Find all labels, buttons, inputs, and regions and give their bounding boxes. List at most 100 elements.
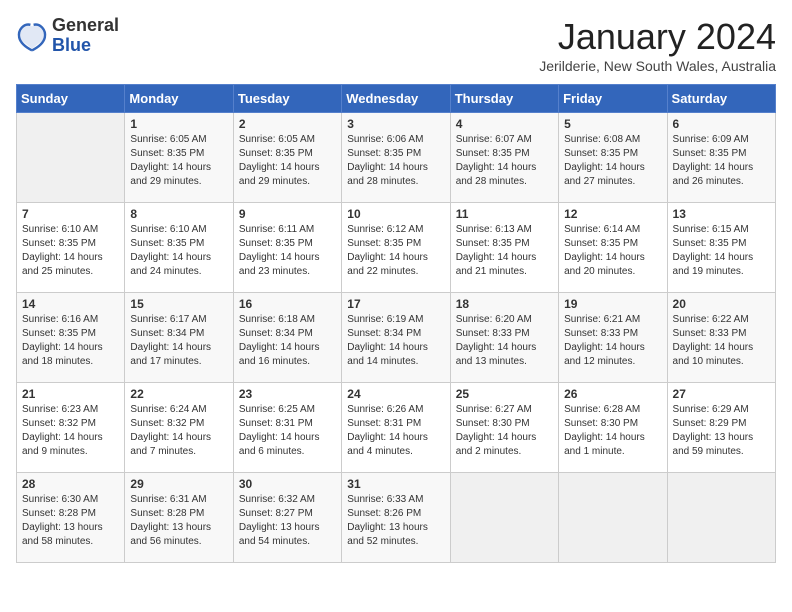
- title-area: January 2024 Jerilderie, New South Wales…: [539, 16, 776, 74]
- day-number: 3: [347, 117, 444, 131]
- calendar-cell: 9 Sunrise: 6:11 AMSunset: 8:35 PMDaylight…: [233, 203, 341, 293]
- calendar-subtitle: Jerilderie, New South Wales, Australia: [539, 58, 776, 74]
- day-info: Sunrise: 6:32 AMSunset: 8:27 PMDaylight:…: [239, 493, 336, 549]
- weekday-header-wednesday: Wednesday: [342, 85, 450, 113]
- calendar-cell: 10 Sunrise: 6:12 AMSunset: 8:35 PMDayligh…: [342, 203, 450, 293]
- day-info: Sunrise: 6:16 AMSunset: 8:35 PMDaylight:…: [22, 313, 119, 369]
- day-number: 31: [347, 477, 444, 491]
- day-number: 13: [673, 207, 770, 221]
- calendar-cell: 20 Sunrise: 6:22 AMSunset: 8:33 PMDayligh…: [667, 293, 775, 383]
- weekday-header-monday: Monday: [125, 85, 233, 113]
- calendar-cell: [17, 113, 125, 203]
- day-number: 28: [22, 477, 119, 491]
- calendar-cell: 2 Sunrise: 6:05 AMSunset: 8:35 PMDaylight…: [233, 113, 341, 203]
- day-number: 8: [130, 207, 227, 221]
- calendar-cell: 29 Sunrise: 6:31 AMSunset: 8:28 PMDayligh…: [125, 473, 233, 563]
- logo: General Blue: [16, 16, 119, 56]
- calendar-cell: [559, 473, 667, 563]
- calendar-cell: 8 Sunrise: 6:10 AMSunset: 8:35 PMDaylight…: [125, 203, 233, 293]
- calendar-cell: 28 Sunrise: 6:30 AMSunset: 8:28 PMDayligh…: [17, 473, 125, 563]
- day-info: Sunrise: 6:14 AMSunset: 8:35 PMDaylight:…: [564, 223, 661, 279]
- calendar-cell: 11Sunrise: 6:13 AMSunset: 8:35 PMDayligh…: [450, 203, 558, 293]
- day-info: Sunrise: 6:13 AMSunset: 8:35 PMDaylight:…: [456, 223, 553, 279]
- day-info: Sunrise: 6:30 AMSunset: 8:28 PMDaylight:…: [22, 493, 119, 549]
- weekday-header-sunday: Sunday: [17, 85, 125, 113]
- calendar-cell: 22Sunrise: 6:24 AMSunset: 8:32 PMDayligh…: [125, 383, 233, 473]
- calendar-week-row: 7Sunrise: 6:10 AMSunset: 8:35 PMDaylight…: [17, 203, 776, 293]
- calendar-cell: [667, 473, 775, 563]
- day-info: Sunrise: 6:23 AMSunset: 8:32 PMDaylight:…: [22, 403, 119, 459]
- day-number: 25: [456, 387, 553, 401]
- day-number: 24: [347, 387, 444, 401]
- calendar-cell: 1 Sunrise: 6:05 AMSunset: 8:35 PMDaylight…: [125, 113, 233, 203]
- calendar-cell: 13 Sunrise: 6:15 AMSunset: 8:35 PMDayligh…: [667, 203, 775, 293]
- weekday-header-tuesday: Tuesday: [233, 85, 341, 113]
- calendar-cell: 27Sunrise: 6:29 AMSunset: 8:29 PMDayligh…: [667, 383, 775, 473]
- day-number: 14: [22, 297, 119, 311]
- calendar-cell: 3 Sunrise: 6:06 AMSunset: 8:35 PMDaylight…: [342, 113, 450, 203]
- day-info: Sunrise: 6:06 AMSunset: 8:35 PMDaylight:…: [347, 133, 444, 189]
- calendar-week-row: 28 Sunrise: 6:30 AMSunset: 8:28 PMDayligh…: [17, 473, 776, 563]
- day-number: 2: [239, 117, 336, 131]
- day-info: Sunrise: 6:28 AMSunset: 8:30 PMDaylight:…: [564, 403, 661, 459]
- calendar-cell: 23Sunrise: 6:25 AMSunset: 8:31 PMDayligh…: [233, 383, 341, 473]
- calendar-cell: 16Sunrise: 6:18 AMSunset: 8:34 PMDayligh…: [233, 293, 341, 383]
- day-info: Sunrise: 6:19 AMSunset: 8:34 PMDaylight:…: [347, 313, 444, 369]
- calendar-cell: [450, 473, 558, 563]
- day-number: 1: [130, 117, 227, 131]
- weekday-header-saturday: Saturday: [667, 85, 775, 113]
- calendar-week-row: 14 Sunrise: 6:16 AMSunset: 8:35 PMDayligh…: [17, 293, 776, 383]
- day-number: 19: [564, 297, 661, 311]
- calendar-week-row: 21 Sunrise: 6:23 AMSunset: 8:32 PMDayligh…: [17, 383, 776, 473]
- day-info: Sunrise: 6:26 AMSunset: 8:31 PMDaylight:…: [347, 403, 444, 459]
- day-number: 21: [22, 387, 119, 401]
- day-number: 12: [564, 207, 661, 221]
- calendar-title: January 2024: [539, 16, 776, 58]
- calendar-cell: 30 Sunrise: 6:32 AMSunset: 8:27 PMDayligh…: [233, 473, 341, 563]
- weekday-header-thursday: Thursday: [450, 85, 558, 113]
- day-info: Sunrise: 6:31 AMSunset: 8:28 PMDaylight:…: [130, 493, 227, 549]
- day-info: Sunrise: 6:12 AMSunset: 8:35 PMDaylight:…: [347, 223, 444, 279]
- calendar-cell: 17 Sunrise: 6:19 AMSunset: 8:34 PMDayligh…: [342, 293, 450, 383]
- weekday-header-row: SundayMondayTuesdayWednesdayThursdayFrid…: [17, 85, 776, 113]
- day-number: 15: [130, 297, 227, 311]
- day-info: Sunrise: 6:05 AMSunset: 8:35 PMDaylight:…: [239, 133, 336, 189]
- day-info: Sunrise: 6:22 AMSunset: 8:33 PMDaylight:…: [673, 313, 770, 369]
- day-number: 27: [673, 387, 770, 401]
- calendar-cell: 6 Sunrise: 6:09 AMSunset: 8:35 PMDaylight…: [667, 113, 775, 203]
- calendar-cell: 15 Sunrise: 6:17 AMSunset: 8:34 PMDayligh…: [125, 293, 233, 383]
- day-info: Sunrise: 6:27 AMSunset: 8:30 PMDaylight:…: [456, 403, 553, 459]
- header: General Blue January 2024 Jerilderie, Ne…: [16, 16, 776, 74]
- day-number: 20: [673, 297, 770, 311]
- day-number: 9: [239, 207, 336, 221]
- calendar-cell: 26 Sunrise: 6:28 AMSunset: 8:30 PMDayligh…: [559, 383, 667, 473]
- day-number: 18: [456, 297, 553, 311]
- day-number: 16: [239, 297, 336, 311]
- calendar-cell: 24 Sunrise: 6:26 AMSunset: 8:31 PMDayligh…: [342, 383, 450, 473]
- logo-text: General Blue: [52, 16, 119, 56]
- calendar-table: SundayMondayTuesdayWednesdayThursdayFrid…: [16, 84, 776, 563]
- calendar-cell: 7Sunrise: 6:10 AMSunset: 8:35 PMDaylight…: [17, 203, 125, 293]
- day-info: Sunrise: 6:11 AMSunset: 8:35 PMDaylight:…: [239, 223, 336, 279]
- calendar-cell: 18Sunrise: 6:20 AMSunset: 8:33 PMDayligh…: [450, 293, 558, 383]
- day-number: 23: [239, 387, 336, 401]
- day-number: 30: [239, 477, 336, 491]
- day-info: Sunrise: 6:10 AMSunset: 8:35 PMDaylight:…: [130, 223, 227, 279]
- day-info: Sunrise: 6:05 AMSunset: 8:35 PMDaylight:…: [130, 133, 227, 189]
- day-number: 29: [130, 477, 227, 491]
- day-info: Sunrise: 6:09 AMSunset: 8:35 PMDaylight:…: [673, 133, 770, 189]
- day-number: 4: [456, 117, 553, 131]
- calendar-cell: 21 Sunrise: 6:23 AMSunset: 8:32 PMDayligh…: [17, 383, 125, 473]
- day-info: Sunrise: 6:21 AMSunset: 8:33 PMDaylight:…: [564, 313, 661, 369]
- calendar-cell: 5Sunrise: 6:08 AMSunset: 8:35 PMDaylight…: [559, 113, 667, 203]
- calendar-cell: 25 Sunrise: 6:27 AMSunset: 8:30 PMDayligh…: [450, 383, 558, 473]
- day-number: 26: [564, 387, 661, 401]
- day-number: 10: [347, 207, 444, 221]
- day-info: Sunrise: 6:17 AMSunset: 8:34 PMDaylight:…: [130, 313, 227, 369]
- day-info: Sunrise: 6:15 AMSunset: 8:35 PMDaylight:…: [673, 223, 770, 279]
- day-info: Sunrise: 6:07 AMSunset: 8:35 PMDaylight:…: [456, 133, 553, 189]
- day-number: 6: [673, 117, 770, 131]
- day-number: 22: [130, 387, 227, 401]
- calendar-cell: 4 Sunrise: 6:07 AMSunset: 8:35 PMDaylight…: [450, 113, 558, 203]
- day-number: 17: [347, 297, 444, 311]
